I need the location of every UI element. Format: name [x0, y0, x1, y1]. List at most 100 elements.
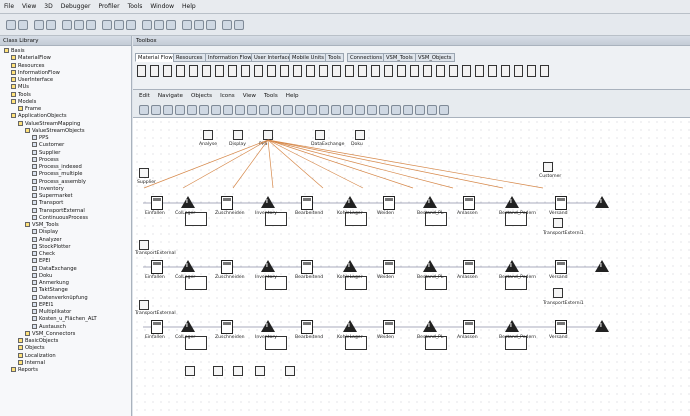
tree-item[interactable]: TaktStange: [32, 287, 68, 294]
toolbox-symbol-icon[interactable]: [163, 65, 172, 77]
tree-item[interactable]: TransportExternal: [32, 207, 85, 215]
tree-item[interactable]: Models: [11, 98, 36, 106]
tree-item[interactable]: ApplicationObjects: [11, 113, 67, 120]
tree-item[interactable]: Process_multiple: [32, 171, 82, 178]
window2-icon[interactable]: [234, 20, 244, 30]
tree-item[interactable]: Doku: [32, 272, 52, 280]
editor-tool-icon[interactable]: [259, 105, 269, 115]
process-icon[interactable]: [383, 320, 395, 334]
tree-item[interactable]: Process_indexed: [32, 164, 82, 171]
toolbox-symbol-icon[interactable]: [514, 65, 523, 77]
tree-item[interactable]: EPEI: [32, 258, 50, 265]
new-icon[interactable]: [6, 20, 16, 30]
tree-item[interactable]: Anmerkung: [32, 280, 69, 287]
toolbox-symbol-icon[interactable]: [254, 65, 263, 77]
open-icon[interactable]: [18, 20, 28, 30]
editor-tool-icon[interactable]: [151, 105, 161, 115]
process-icon[interactable]: [221, 260, 233, 274]
tree-item[interactable]: Resources: [11, 62, 45, 70]
editor-menu-item[interactable]: View: [243, 93, 256, 99]
process-icon[interactable]: [151, 196, 163, 210]
zoom-icon[interactable]: [154, 20, 164, 30]
tree-item[interactable]: Kosten_u_Flächen_ALT: [32, 316, 97, 323]
process-icon[interactable]: [221, 320, 233, 334]
editor-menu-item[interactable]: Help: [286, 93, 299, 99]
toolbox-symbol-icon[interactable]: [293, 65, 302, 77]
tree-item[interactable]: Objects: [18, 345, 45, 352]
toolbox-symbol-icon[interactable]: [410, 65, 419, 77]
statistics-icon[interactable]: [255, 366, 265, 376]
editor-tool-icon[interactable]: [439, 105, 449, 115]
editor-tool-icon[interactable]: [211, 105, 221, 115]
transport-external-icon[interactable]: [553, 288, 563, 298]
tree-item[interactable]: Frame: [18, 106, 41, 113]
inventory-icon[interactable]: [595, 260, 609, 272]
toolbox-tab[interactable]: Connections: [347, 53, 386, 62]
process-icon[interactable]: [383, 260, 395, 274]
editor-tool-icon[interactable]: [379, 105, 389, 115]
process-icon[interactable]: [555, 196, 567, 210]
inventory-icon[interactable]: [343, 320, 357, 332]
inventory-icon[interactable]: [423, 196, 437, 208]
inventory-icon[interactable]: [261, 196, 275, 208]
toolbox-symbol-icon[interactable]: [215, 65, 224, 77]
toolbox-symbol-icon[interactable]: [319, 65, 328, 77]
tree-item[interactable]: Basis: [4, 48, 25, 55]
tree-item[interactable]: ValueStreamObjects: [25, 127, 85, 135]
editor-tool-icon[interactable]: [235, 105, 245, 115]
chart-icon[interactable]: [222, 20, 232, 30]
editor-tool-icon[interactable]: [247, 105, 257, 115]
process-icon[interactable]: [383, 196, 395, 210]
statistics-icon[interactable]: [185, 366, 195, 376]
toolbox-symbol-icon[interactable]: [267, 65, 276, 77]
toolbox-symbol-icon[interactable]: [241, 65, 250, 77]
tree-item[interactable]: Process_assembly: [32, 178, 86, 186]
tree-item[interactable]: Supplier: [32, 149, 60, 157]
menu-file[interactable]: File: [4, 3, 14, 10]
editor-menu-item[interactable]: Navigate: [158, 93, 183, 99]
editor-menu-item[interactable]: Edit: [139, 93, 150, 99]
toolbox-symbol-icon[interactable]: [397, 65, 406, 77]
toolbox-tab[interactable]: Resources: [173, 53, 206, 62]
tree-item[interactable]: ValueStreamMapping: [18, 120, 80, 128]
save-icon[interactable]: [34, 20, 44, 30]
editor-tool-icon[interactable]: [223, 105, 233, 115]
window-icon[interactable]: [62, 20, 72, 30]
editor-tool-icon[interactable]: [295, 105, 305, 115]
paste-icon[interactable]: [126, 20, 136, 30]
toolbox-symbol-icon[interactable]: [384, 65, 393, 77]
refresh-icon[interactable]: [166, 20, 176, 30]
menu-profiler[interactable]: Profiler: [98, 3, 119, 10]
inventory-icon[interactable]: [595, 320, 609, 332]
process-icon[interactable]: [463, 320, 475, 334]
toolbox-symbol-icon[interactable]: [358, 65, 367, 77]
toolbox-symbol-icon[interactable]: [501, 65, 510, 77]
toolbox-symbol-icon[interactable]: [488, 65, 497, 77]
editor-tool-icon[interactable]: [355, 105, 365, 115]
tree-item[interactable]: VSM_Connectors: [25, 330, 75, 338]
inventory-icon[interactable]: [505, 196, 519, 208]
toolbox-symbol-icon[interactable]: [345, 65, 354, 77]
toolbox-symbol-icon[interactable]: [436, 65, 445, 77]
tree-item[interactable]: Display: [32, 229, 58, 236]
toolbox-symbol-icon[interactable]: [306, 65, 315, 77]
editor-tool-icon[interactable]: [175, 105, 185, 115]
tree-item[interactable]: MaterialFlow: [11, 55, 51, 62]
tree-item[interactable]: Austausch: [32, 323, 66, 331]
tree-item[interactable]: BasicObjects: [18, 338, 58, 345]
toolbox-symbol-icon[interactable]: [280, 65, 289, 77]
tree-item[interactable]: Inventory: [32, 185, 64, 193]
transport-external-icon[interactable]: [139, 300, 149, 310]
inventory-icon[interactable]: [423, 320, 437, 332]
process-icon[interactable]: [463, 260, 475, 274]
process-icon[interactable]: [151, 260, 163, 274]
toolbox-symbol-icon[interactable]: [449, 65, 458, 77]
inventory-icon[interactable]: [261, 260, 275, 272]
tree-item[interactable]: VSM_Tools: [25, 222, 59, 229]
tree-item[interactable]: Customer: [32, 142, 64, 149]
menu-3d[interactable]: 3D: [44, 3, 52, 10]
grid-icon[interactable]: [194, 20, 204, 30]
tree-item[interactable]: Internal: [18, 359, 45, 367]
frame-canvas[interactable]: Analyse Display PPS DataExchange Doku Supplie…: [133, 118, 690, 416]
toolbox-symbol-icon[interactable]: [527, 65, 536, 77]
